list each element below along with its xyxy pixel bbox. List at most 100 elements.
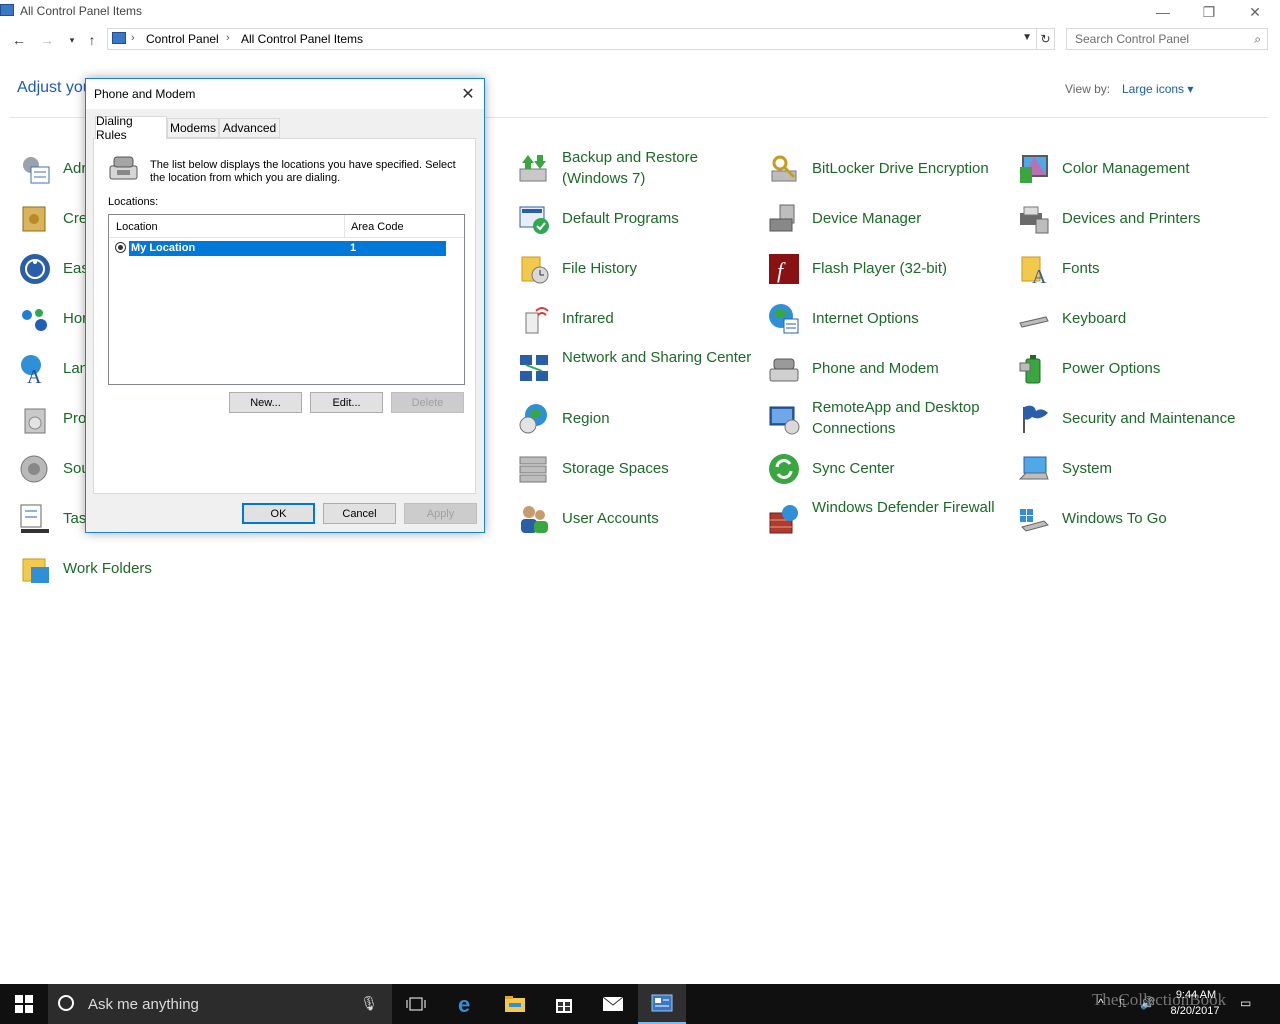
minimize-button[interactable]: — xyxy=(1140,0,1186,24)
cortana-placeholder: Ask me anything xyxy=(88,996,199,1013)
cp-item-default-programs[interactable]: Default Programs xyxy=(518,203,679,235)
cp-item-firewall[interactable]: Windows Defender Firewall xyxy=(768,499,995,535)
file-explorer-icon[interactable] xyxy=(491,984,539,1024)
cortana-search[interactable]: Ask me anything 🎙 xyxy=(48,984,392,1024)
cp-item-file-history[interactable]: File History xyxy=(518,253,637,285)
cp-item-remoteapp[interactable]: RemoteApp and Desktop Connections xyxy=(768,399,980,437)
selection-highlight: My Location 1 xyxy=(129,241,446,256)
breadcrumb-control-panel[interactable]: Control Panel xyxy=(146,32,219,46)
cp-item-color-management[interactable]: Color Management xyxy=(1018,153,1190,185)
cp-item-security-maintenance[interactable]: Security and Maintenance xyxy=(1018,403,1235,435)
cp-item-flash-player[interactable]: f Flash Player (32-bit) xyxy=(768,253,947,285)
network-icon[interactable]: ⎍ xyxy=(1118,996,1126,1011)
control-panel-taskbar-icon[interactable] xyxy=(638,984,686,1024)
control-panel-icon xyxy=(112,32,126,44)
network-sharing-icon xyxy=(518,353,550,385)
cp-item-bitlocker[interactable]: BitLocker Drive Encryption xyxy=(768,153,989,185)
clock-date[interactable]: 8/20/2017 xyxy=(1162,1005,1228,1017)
up-arrow-icon[interactable]: ↑ xyxy=(82,30,102,50)
cp-item-windows-to-go[interactable]: Windows To Go xyxy=(1018,503,1167,535)
store-icon[interactable] xyxy=(540,984,588,1024)
cp-item-phone-modem[interactable]: Phone and Modem xyxy=(768,353,939,385)
tab-advanced[interactable]: Advanced xyxy=(219,118,280,138)
cp-item-device-manager[interactable]: Device Manager xyxy=(768,203,921,235)
cp-item-label: Flash Player (32-bit) xyxy=(812,260,948,277)
cp-item-infrared[interactable]: Infrared xyxy=(518,303,614,335)
refresh-icon[interactable]: ↻ xyxy=(1037,28,1055,50)
cp-item-internet-options[interactable]: Internet Options xyxy=(768,303,919,335)
back-arrow-icon[interactable]: ← xyxy=(9,30,29,50)
list-row-my-location[interactable]: My Location 1 xyxy=(115,241,447,256)
cp-item-sync-center[interactable]: Sync Center xyxy=(768,453,895,485)
cp-item-network-sharing[interactable]: Network and Sharing Center xyxy=(518,349,751,385)
cp-item-label: Internet Options xyxy=(812,310,919,327)
locations-list[interactable]: Location Area Code My Location 1 xyxy=(108,214,465,385)
edit-button[interactable]: Edit... xyxy=(310,392,383,413)
cp-item-backup-restore[interactable]: Backup and Restore (Windows 7) xyxy=(518,149,698,187)
storage-spaces-icon xyxy=(518,453,550,485)
dialog-title: Phone and Modem xyxy=(94,87,196,101)
mail-icon[interactable] xyxy=(589,984,637,1024)
cp-item-system[interactable]: System xyxy=(1018,453,1112,485)
cp-item-user-accounts[interactable]: User Accounts xyxy=(518,503,659,535)
cp-item-keyboard[interactable]: Keyboard xyxy=(1018,303,1126,335)
chevron-down-icon[interactable]: ▼ xyxy=(1022,32,1032,43)
address-bar[interactable]: › Control Panel › All Control Panel Item… xyxy=(107,28,1037,50)
cancel-button[interactable]: Cancel xyxy=(323,503,396,524)
tab-dialing-rules[interactable]: Dialing Rules xyxy=(95,114,167,142)
location-radio[interactable] xyxy=(115,242,126,253)
start-button[interactable] xyxy=(0,984,48,1024)
search-placeholder: Search Control Panel xyxy=(1075,32,1190,46)
cp-item-ease-of-access[interactable]: Eas xyxy=(19,253,89,285)
cp-item-label: Devices and Printers xyxy=(1062,210,1201,227)
cp-item-power-options[interactable]: Power Options xyxy=(1018,353,1160,385)
tab-modems[interactable]: Modems xyxy=(167,118,219,138)
volume-icon[interactable]: 🔊 xyxy=(1140,996,1155,1010)
apply-button[interactable]: Apply xyxy=(404,503,477,524)
work-folders-icon xyxy=(19,553,51,585)
column-header-area-code[interactable]: Area Code xyxy=(351,221,404,233)
cp-item-administrative-tools[interactable]: Adr xyxy=(19,153,86,185)
user-accounts-icon xyxy=(518,503,550,535)
cp-item-label: Network and Sharing Center xyxy=(562,349,752,366)
dialog-title-bar: Phone and Modem ✕ xyxy=(86,79,484,109)
cp-item-work-folders[interactable]: Work Folders xyxy=(19,553,152,585)
cp-item-fonts[interactable]: A Fonts xyxy=(1018,253,1100,288)
cp-item-label: Region xyxy=(562,410,610,427)
color-management-icon xyxy=(1018,153,1050,185)
cp-item-language[interactable]: A Lan xyxy=(19,353,88,388)
dialog-description: The list below displays the locations yo… xyxy=(150,159,456,184)
cortana-icon xyxy=(58,995,74,1011)
location-area-code: 1 xyxy=(350,242,357,254)
windows-logo-icon xyxy=(15,995,33,1013)
microphone-icon[interactable]: 🎙 xyxy=(360,995,378,1012)
recent-locations-icon[interactable]: ▾ xyxy=(62,30,82,50)
view-by-dropdown[interactable]: Large icons ▾ xyxy=(1122,82,1193,96)
cp-item-sound[interactable]: Sou xyxy=(19,453,90,485)
restore-button[interactable]: ❐ xyxy=(1186,0,1232,24)
cp-item-programs[interactable]: Pro xyxy=(19,403,86,435)
ok-button[interactable]: OK xyxy=(242,503,315,524)
breadcrumb-all-items[interactable]: All Control Panel Items xyxy=(241,32,363,46)
cp-item-homegroup[interactable]: Hor xyxy=(19,303,87,335)
search-input[interactable]: Search Control Panel ⌕ xyxy=(1066,28,1268,50)
chevron-up-icon[interactable]: ^ xyxy=(1098,996,1104,1010)
notification-icon[interactable]: ▭ xyxy=(1240,996,1251,1010)
close-button[interactable]: ✕ xyxy=(1232,0,1278,24)
new-button[interactable]: New... xyxy=(229,392,302,413)
task-view-icon[interactable] xyxy=(392,984,440,1024)
cp-item-region[interactable]: Region xyxy=(518,403,610,435)
cp-item-taskbar-navigation[interactable]: Tas xyxy=(19,503,86,535)
column-header-location[interactable]: Location xyxy=(116,221,158,233)
column-divider[interactable] xyxy=(344,215,345,237)
close-icon[interactable]: ✕ xyxy=(456,82,480,106)
cp-item-credential-manager[interactable]: Cre xyxy=(19,203,87,235)
cp-item-storage-spaces[interactable]: Storage Spaces xyxy=(518,453,669,485)
delete-button[interactable]: Delete xyxy=(391,392,464,413)
cp-item-devices-printers[interactable]: Devices and Printers xyxy=(1018,203,1200,235)
edge-icon[interactable]: e xyxy=(443,984,491,1024)
bitlocker-icon xyxy=(768,153,800,185)
phone-modem-icon xyxy=(768,353,800,385)
clock-time[interactable]: 9:44 AM xyxy=(1168,989,1224,1001)
forward-arrow-icon[interactable]: → xyxy=(37,30,57,50)
